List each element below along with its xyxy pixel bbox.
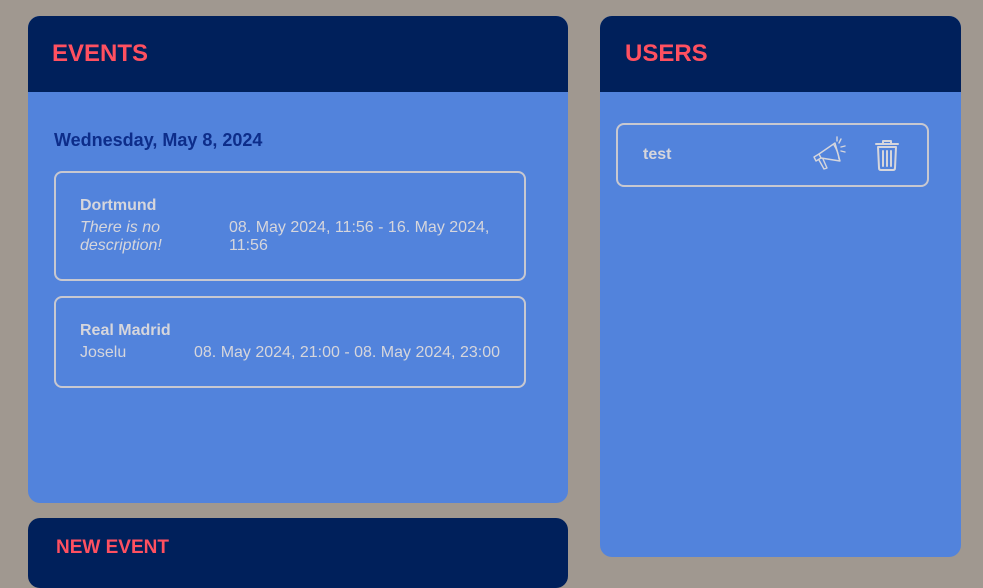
event-time-range: 08. May 2024, 11:56 - 16. May 2024, 11:5… [229, 219, 490, 254]
event-time-range: 08. May 2024, 21:00 - 08. May 2024, 23:0… [194, 344, 500, 361]
event-card[interactable]: Real Madrid Joselu 08. May 2024, 21:00 -… [54, 296, 526, 388]
delete-user-button[interactable] [868, 135, 906, 175]
new-event-panel: NEW EVENT [28, 518, 568, 588]
new-event-title: NEW EVENT [28, 518, 568, 588]
events-title: EVENTS [28, 16, 568, 92]
users-panel: USERS test [600, 16, 961, 557]
event-title: Dortmund [80, 197, 157, 214]
user-card: test [616, 123, 929, 187]
event-description: Joselu [80, 344, 127, 361]
users-title: USERS [600, 16, 961, 92]
megaphone-icon [813, 136, 846, 170]
event-card[interactable]: Dortmund There is no description! 08. Ma… [54, 171, 526, 281]
notify-user-button[interactable] [810, 135, 848, 175]
trash-icon [875, 140, 899, 171]
user-name: test [643, 146, 672, 163]
event-title: Real Madrid [80, 322, 171, 339]
event-description: There is no description! [80, 219, 162, 254]
events-panel: EVENTS Wednesday, May 8, 2024 Dortmund T… [28, 16, 568, 503]
events-date-heading: Wednesday, May 8, 2024 [54, 130, 263, 150]
